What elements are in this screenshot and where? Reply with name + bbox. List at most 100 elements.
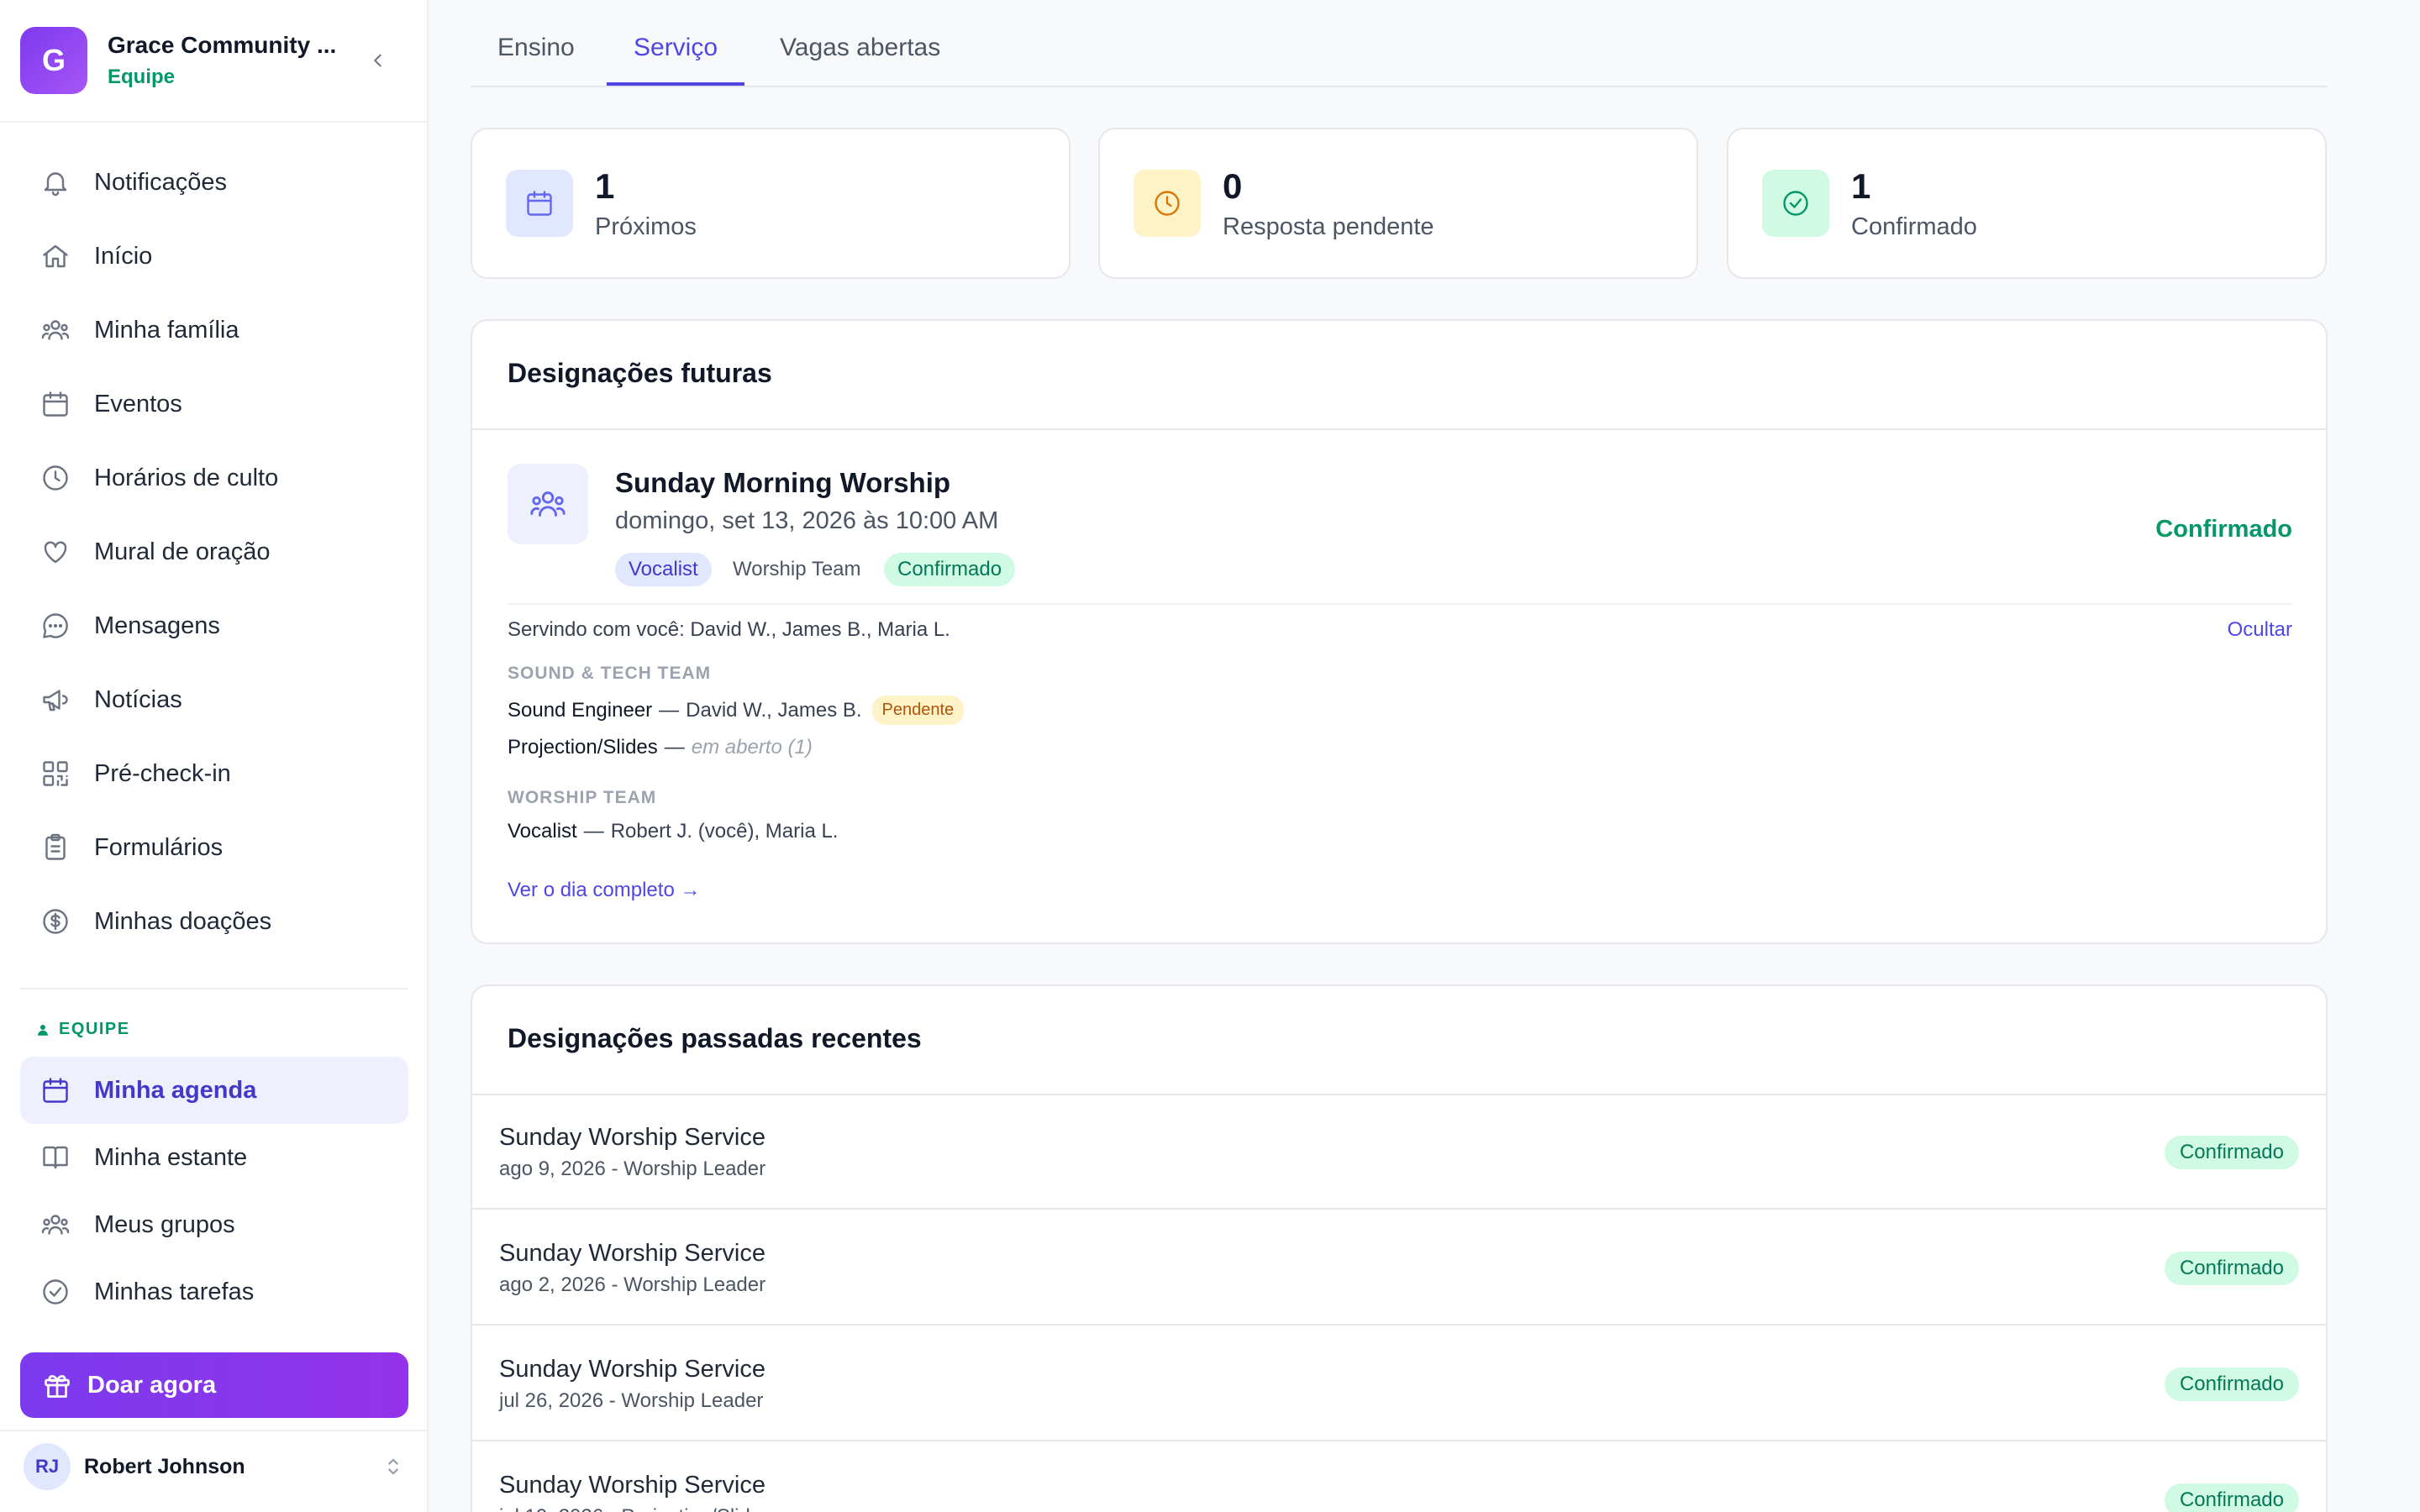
org-role: Equipe — [108, 66, 176, 88]
event-divider — [508, 603, 2292, 605]
chevron-up-down-icon — [388, 1458, 398, 1475]
dash-separator: — — [664, 736, 685, 759]
view-full-day-link[interactable]: Ver o dia completo → — [508, 879, 700, 902]
heart-icon — [44, 541, 67, 564]
nav-label: Início — [94, 242, 153, 270]
stat-icon-box — [506, 170, 573, 237]
pending-badge: Pendente — [871, 696, 965, 725]
assignment-title: Sunday Worship Service — [499, 1356, 766, 1383]
stat-icon-box — [1762, 170, 1829, 237]
role-name: Vocalist — [508, 820, 577, 843]
donate-button[interactable]: Doar agora — [20, 1352, 408, 1418]
past-assignment-row[interactable]: Sunday Worship Service jul 19, 2026 - Pr… — [472, 1443, 2326, 1512]
panel-title: Designações futuras — [508, 358, 772, 388]
stat-label: Confirmado — [1851, 213, 1977, 240]
nav-item-noticias[interactable]: Notícias — [20, 666, 408, 733]
nav-item-minha-familia[interactable]: Minha família — [20, 297, 408, 364]
nav-item-minhas-tarefas[interactable]: Minhas tarefas — [20, 1258, 408, 1326]
nav-label: Notificações — [94, 168, 227, 196]
megaphone-icon — [43, 690, 68, 711]
nav-item-minhas-doacoes[interactable]: Minhas doações — [20, 888, 408, 955]
assignment-title: Sunday Worship Service — [499, 1124, 766, 1151]
nav-item-mural-de-oracao[interactable]: Mural de oração — [20, 518, 408, 585]
clock-icon — [43, 465, 68, 491]
dash-separator: — — [659, 698, 680, 722]
book-icon — [43, 1146, 68, 1169]
panel-title: Designações passadas recentes — [508, 1023, 922, 1053]
nav-item-minha-agenda[interactable]: Minha agenda — [20, 1057, 408, 1124]
status-badge: Confirmado — [2164, 1252, 2299, 1285]
tab-vagas-abertas[interactable]: Vagas abertas — [753, 34, 967, 86]
serving-with-text: Servindo com você: David W., James B., M… — [508, 618, 950, 641]
section-label-text: EQUIPE — [59, 1020, 130, 1038]
nav-item-eventos[interactable]: Eventos — [20, 370, 408, 438]
calendar-icon — [527, 191, 552, 216]
org-name: Grace Community ... — [108, 32, 337, 58]
dash-separator: — — [583, 820, 604, 843]
home-icon — [43, 244, 68, 268]
role-assignment: Vocalist — Robert J. (você), Maria L. — [508, 820, 838, 843]
check-circle-icon — [43, 1279, 68, 1305]
team-section-label: EQUIPE — [35, 1020, 130, 1039]
user-menu[interactable]: RJ Robert Johnson — [0, 1430, 427, 1512]
nav-item-pre-check-in[interactable]: Pré-check-in — [20, 740, 408, 807]
stat-value: 1 — [1851, 166, 1871, 206]
org-header[interactable]: G Grace Community ... Equipe — [0, 0, 427, 123]
role-assignment: Sound Engineer — David W., James B. Pend… — [508, 696, 965, 725]
dollar-icon — [43, 909, 68, 934]
nav-item-horarios-de-culto[interactable]: Horários de culto — [20, 444, 408, 512]
stat-value: 0 — [1223, 166, 1243, 206]
nav-label: Minhas doações — [94, 907, 272, 935]
role-name: Projection/Slides — [508, 736, 658, 759]
past-assignment-row[interactable]: Sunday Worship Service ago 9, 2026 - Wor… — [472, 1095, 2326, 1210]
sidebar: G Grace Community ... Equipe Notificaçõe… — [0, 0, 429, 1512]
avatar: RJ — [24, 1443, 71, 1490]
team-heading: SOUND & TECH TEAM — [508, 664, 712, 683]
nav-item-notificacoes[interactable]: Notificações — [20, 149, 408, 216]
tab-ensino[interactable]: Ensino — [471, 34, 602, 86]
org-logo: G — [20, 27, 87, 94]
nav-item-mensagens[interactable]: Mensagens — [20, 592, 408, 659]
nav-label: Mensagens — [94, 612, 220, 639]
tab-bar: Ensino Serviço Vagas abertas — [471, 0, 2328, 87]
nav-item-minha-estante[interactable]: Minha estante — [20, 1124, 408, 1191]
stat-label: Próximos — [595, 213, 697, 240]
clipboard-icon — [45, 833, 66, 860]
role-people: Robert J. (você), Maria L. — [610, 820, 839, 843]
nav-item-meus-grupos[interactable]: Meus grupos — [20, 1191, 408, 1258]
role-open-slots: em aberto (1) — [691, 736, 813, 759]
stat-label: Resposta pendente — [1223, 213, 1434, 240]
user-name: Robert Johnson — [84, 1455, 245, 1478]
collapse-sidebar-button[interactable] — [363, 45, 393, 76]
assignment-title: Sunday Worship Service — [499, 1240, 766, 1267]
family-icon — [41, 320, 70, 340]
gift-icon — [45, 1374, 70, 1398]
group-icon — [41, 1215, 70, 1235]
assignment-subtitle: ago 2, 2026 - Worship Leader — [499, 1273, 766, 1296]
check-circle-icon — [1783, 191, 1808, 216]
status-badge: Confirmado — [2164, 1368, 2299, 1401]
nav-label: Pré-check-in — [94, 759, 231, 787]
event-title[interactable]: Sunday Morning Worship — [615, 467, 950, 499]
nav-label: Formulários — [94, 833, 224, 861]
status-badge: Confirmado — [884, 553, 1016, 586]
event-status[interactable]: Confirmado — [2155, 516, 2292, 543]
nav-item-formularios[interactable]: Formulários — [20, 814, 408, 881]
role-people: David W., James B. — [686, 698, 862, 722]
past-assignment-row[interactable]: Sunday Worship Service ago 2, 2026 - Wor… — [472, 1211, 2326, 1326]
chevron-left-icon — [374, 54, 381, 67]
status-badge: Confirmado — [2164, 1483, 2299, 1512]
event-date: domingo, set 13, 2026 às 10:00 AM — [615, 507, 999, 534]
nav-label: Minha estante — [94, 1143, 248, 1171]
assignment-subtitle: jul 26, 2026 - Worship Leader — [499, 1389, 764, 1412]
assignment-subtitle: jul 19, 2026 - Projection/Slides — [499, 1505, 771, 1512]
clock-icon — [1155, 191, 1180, 216]
stat-card-confirmed: 1 Confirmado — [1727, 128, 2327, 279]
past-assignment-row[interactable]: Sunday Worship Service jul 26, 2026 - Wo… — [472, 1327, 2326, 1441]
hide-details-link[interactable]: Ocultar — [2228, 618, 2292, 642]
nav-item-inicio[interactable]: Início — [20, 223, 408, 290]
tab-servico[interactable]: Serviço — [607, 34, 745, 86]
nav-label: Minhas tarefas — [94, 1278, 255, 1305]
nav-label: Eventos — [94, 390, 182, 417]
nav-label: Mural de oração — [94, 538, 271, 565]
